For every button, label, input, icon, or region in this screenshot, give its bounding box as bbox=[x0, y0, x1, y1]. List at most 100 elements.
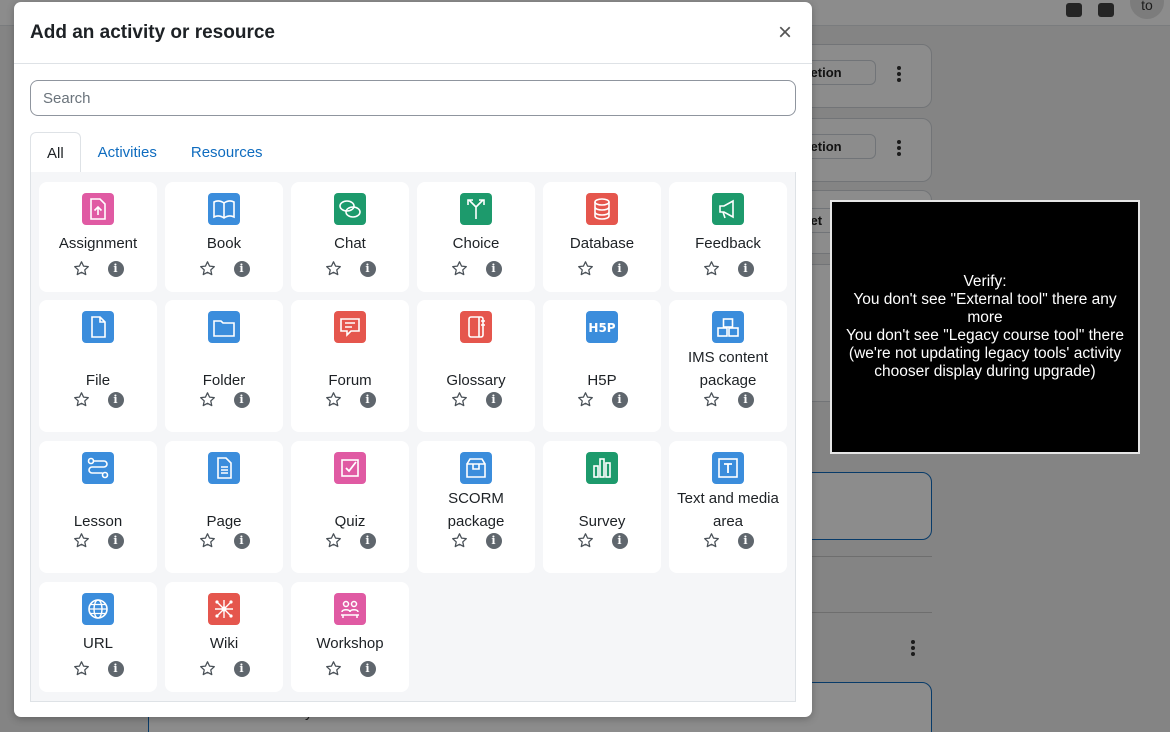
svg-text:H5P: H5P bbox=[588, 321, 615, 335]
activity-tile-ims-content-package[interactable]: IMS content package i bbox=[669, 300, 787, 432]
info-icon[interactable]: i bbox=[737, 260, 754, 277]
activity-tile-wiki[interactable]: Wiki i bbox=[165, 582, 283, 692]
database-icon bbox=[586, 193, 618, 225]
activity-name: Forum bbox=[328, 372, 372, 389]
activity-tile-feedback[interactable]: Feedback i bbox=[669, 182, 787, 292]
activity-tile-quiz[interactable]: Quiz i bbox=[291, 441, 409, 573]
activity-tile-forum[interactable]: Forum i bbox=[291, 300, 409, 432]
book-icon bbox=[208, 193, 240, 225]
search-container bbox=[30, 80, 796, 116]
activity-tile-page[interactable]: Page i bbox=[165, 441, 283, 573]
info-icon[interactable]: i bbox=[737, 391, 754, 408]
activity-name: URL bbox=[82, 635, 113, 652]
star-icon[interactable] bbox=[325, 391, 342, 408]
activity-tile-assignment[interactable]: Assignment i bbox=[39, 182, 157, 292]
star-icon[interactable] bbox=[73, 260, 90, 277]
activity-name: Choice bbox=[452, 235, 500, 252]
info-icon[interactable]: i bbox=[233, 532, 250, 549]
info-icon[interactable]: i bbox=[359, 532, 376, 549]
info-icon[interactable]: i bbox=[107, 532, 124, 549]
close-icon[interactable]: × bbox=[778, 20, 792, 45]
activity-tile-lesson[interactable]: Lesson i bbox=[39, 441, 157, 573]
activity-tile-file[interactable]: File i bbox=[39, 300, 157, 432]
star-icon[interactable] bbox=[325, 660, 342, 677]
lesson-icon bbox=[82, 452, 114, 484]
activity-tile-text-and-media-area[interactable]: Text and media area i bbox=[669, 441, 787, 573]
tile-actions: i bbox=[543, 391, 661, 408]
tile-actions: i bbox=[417, 532, 535, 549]
star-icon[interactable] bbox=[451, 391, 468, 408]
activity-tile-scorm-package[interactable]: SCORM package i bbox=[417, 441, 535, 573]
star-icon[interactable] bbox=[703, 532, 720, 549]
assignment-icon bbox=[82, 193, 114, 225]
verify-line: You don't see "Legacy course tool" there… bbox=[846, 327, 1124, 380]
search-input[interactable] bbox=[30, 80, 796, 116]
star-icon[interactable] bbox=[703, 260, 720, 277]
chat-icon bbox=[334, 193, 366, 225]
info-icon[interactable]: i bbox=[233, 260, 250, 277]
star-icon[interactable] bbox=[73, 391, 90, 408]
star-icon[interactable] bbox=[199, 260, 216, 277]
tab-resources[interactable]: Resources bbox=[174, 132, 280, 173]
activity-tile-database[interactable]: Database i bbox=[543, 182, 661, 292]
star-icon[interactable] bbox=[73, 532, 90, 549]
activity-tile-url[interactable]: URL i bbox=[39, 582, 157, 692]
info-icon[interactable]: i bbox=[485, 391, 502, 408]
activity-tile-folder[interactable]: Folder i bbox=[165, 300, 283, 432]
info-icon[interactable]: i bbox=[233, 660, 250, 677]
activity-name: Text and media area bbox=[677, 490, 779, 530]
choice-icon bbox=[460, 193, 492, 225]
star-icon[interactable] bbox=[577, 391, 594, 408]
activity-name: Lesson bbox=[73, 513, 123, 530]
glossary-icon bbox=[460, 311, 492, 343]
scorm-package-icon bbox=[460, 452, 492, 484]
folder-icon bbox=[208, 311, 240, 343]
info-icon[interactable]: i bbox=[611, 532, 628, 549]
quiz-icon bbox=[334, 452, 366, 484]
verify-line: Verify: bbox=[963, 273, 1007, 290]
info-icon[interactable]: i bbox=[107, 391, 124, 408]
activity-tile-survey[interactable]: Survey i bbox=[543, 441, 661, 573]
info-icon[interactable]: i bbox=[233, 391, 250, 408]
star-icon[interactable] bbox=[325, 532, 342, 549]
tile-actions: i bbox=[165, 532, 283, 549]
info-icon[interactable]: i bbox=[359, 660, 376, 677]
star-icon[interactable] bbox=[451, 532, 468, 549]
info-icon[interactable]: i bbox=[359, 260, 376, 277]
tile-actions: i bbox=[291, 391, 409, 408]
info-icon[interactable]: i bbox=[107, 660, 124, 677]
activity-name: File bbox=[85, 372, 111, 389]
tile-actions: i bbox=[291, 532, 409, 549]
info-icon[interactable]: i bbox=[485, 532, 502, 549]
star-icon[interactable] bbox=[451, 260, 468, 277]
activity-tile-book[interactable]: Book i bbox=[165, 182, 283, 292]
ims-content-package-icon bbox=[712, 311, 744, 343]
star-icon[interactable] bbox=[73, 660, 90, 677]
star-icon[interactable] bbox=[199, 532, 216, 549]
tile-actions: i bbox=[543, 260, 661, 277]
activity-tile-choice[interactable]: Choice i bbox=[417, 182, 535, 292]
star-icon[interactable] bbox=[577, 260, 594, 277]
activity-tile-chat[interactable]: Chat i bbox=[291, 182, 409, 292]
star-icon[interactable] bbox=[199, 660, 216, 677]
activity-name: Workshop bbox=[316, 635, 384, 652]
text-media-area-icon bbox=[712, 452, 744, 484]
activity-tile-workshop[interactable]: Workshop i bbox=[291, 582, 409, 692]
info-icon[interactable]: i bbox=[485, 260, 502, 277]
info-icon[interactable]: i bbox=[107, 260, 124, 277]
star-icon[interactable] bbox=[703, 391, 720, 408]
info-icon[interactable]: i bbox=[737, 532, 754, 549]
star-icon[interactable] bbox=[325, 260, 342, 277]
info-icon[interactable]: i bbox=[611, 391, 628, 408]
page-icon bbox=[208, 452, 240, 484]
star-icon[interactable] bbox=[199, 391, 216, 408]
activity-name: SCORM package bbox=[447, 490, 505, 530]
tab-activities[interactable]: Activities bbox=[81, 132, 174, 173]
tab-all[interactable]: All bbox=[30, 132, 81, 174]
activity-name: Database bbox=[569, 235, 635, 252]
info-icon[interactable]: i bbox=[359, 391, 376, 408]
activity-tile-h5p[interactable]: H5P H5P i bbox=[543, 300, 661, 432]
activity-tile-glossary[interactable]: Glossary i bbox=[417, 300, 535, 432]
info-icon[interactable]: i bbox=[611, 260, 628, 277]
star-icon[interactable] bbox=[577, 532, 594, 549]
